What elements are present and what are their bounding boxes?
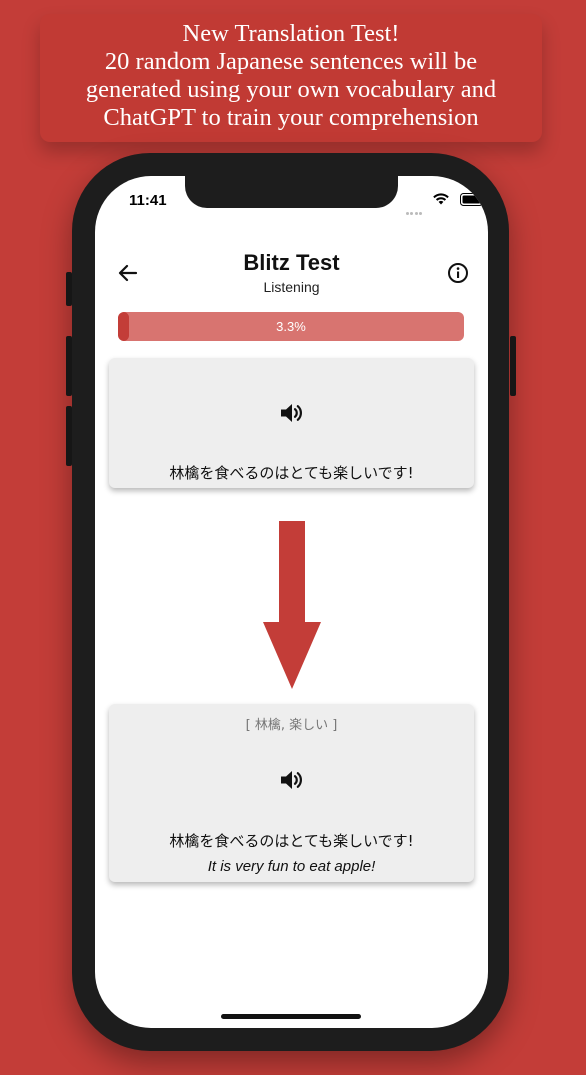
answer-card: [ 林檎, 楽しい ] 林檎を食べるのはとても楽しいです! It is very… — [109, 704, 474, 882]
promo-banner: New Translation Test! 20 random Japanese… — [40, 14, 542, 142]
app-screen: 11:41 Blitz Test Listening 3.3% 林檎を食べるのは… — [95, 176, 488, 1028]
answer-sentence: 林檎を食べるのはとても楽しいです! — [169, 832, 414, 850]
answer-translation: It is very fun to eat apple! — [207, 858, 376, 875]
arrow-down-icon — [263, 521, 321, 689]
phone-notch — [185, 176, 398, 208]
home-indicator — [221, 1014, 361, 1019]
page-title: Blitz Test — [243, 250, 340, 275]
question-play-audio-button[interactable] — [279, 401, 305, 425]
page-subtitle: Listening — [263, 279, 320, 295]
info-button[interactable] — [446, 261, 470, 285]
phone-volume-down-button — [66, 406, 72, 466]
promo-banner-text: New Translation Test! 20 random Japanese… — [85, 20, 497, 131]
phone-mute-switch — [66, 272, 72, 306]
question-card: 林檎を食べるのはとても楽しいです! — [109, 358, 474, 488]
info-circle-icon — [448, 263, 468, 283]
phone-power-button — [510, 336, 516, 396]
battery-icon — [460, 193, 486, 206]
signal-dots-icon — [406, 202, 428, 215]
phone-volume-up-button — [66, 336, 72, 396]
answer-play-audio-button[interactable] — [279, 768, 305, 792]
wifi-icon — [433, 193, 449, 205]
progress-label: 3.3% — [276, 319, 306, 334]
vocab-list: [ 林檎, 楽しい ] — [245, 718, 338, 733]
speaker-icon — [281, 771, 302, 789]
speaker-icon — [281, 404, 302, 422]
status-time: 11:41 — [129, 192, 167, 209]
progress-bar: 3.3% — [118, 312, 464, 341]
question-sentence: 林檎を食べるのはとても楽しいです! — [169, 464, 414, 482]
